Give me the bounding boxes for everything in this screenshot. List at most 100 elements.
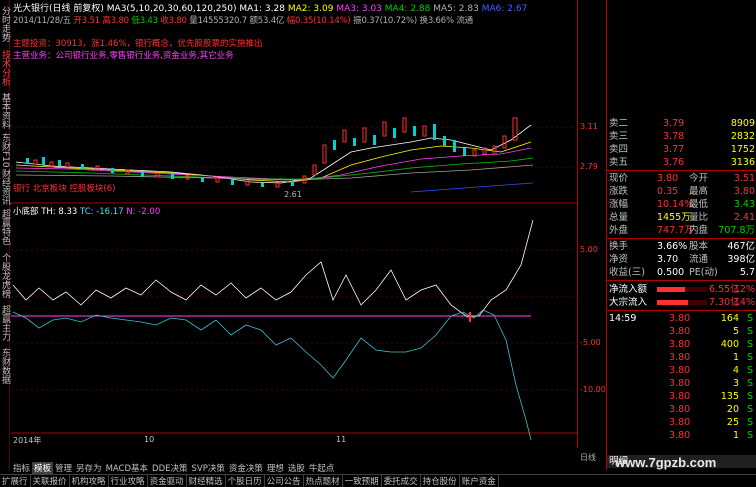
indicator-line-white	[12, 219, 534, 317]
status-calendar[interactable]: 个股日历	[226, 475, 265, 487]
tick-side: S	[746, 339, 753, 350]
divider	[607, 238, 756, 239]
change-percent: 10.14%	[657, 199, 694, 210]
status-bar: 扩展行 关联报价 机构攻略 行业攻略 资金驱动 财经精选 个股日历 公司公告 热点题材 一致预期委…	[0, 474, 756, 487]
ask-volume: 2832	[730, 131, 755, 142]
status-inst-strategy[interactable]: 机构攻略	[70, 475, 109, 487]
tab-bull-start[interactable]: 牛起点	[307, 462, 337, 474]
status-expand-row[interactable]: 扩展行	[0, 475, 31, 487]
tick-side: S	[746, 430, 753, 441]
xaxis-label-nov: 11	[336, 435, 347, 444]
status-orders[interactable]: 委托成交	[382, 475, 421, 487]
divider	[607, 170, 756, 171]
indicator-title[interactable]: 小底部	[13, 207, 39, 217]
tab-template[interactable]: 模板	[32, 462, 54, 474]
ask-row[interactable]: 卖四 3.77 1752	[607, 143, 756, 156]
tab-macd[interactable]: MACD基本	[104, 462, 150, 474]
tick-time: 14:59	[609, 313, 637, 324]
tab-main-force[interactable]: 超赢主力	[0, 302, 10, 344]
quote-row: 现价 3.80 今开 3.51	[607, 172, 756, 185]
inner-volume: 707.8万	[718, 225, 755, 236]
status-consensus[interactable]: 一致预期	[343, 475, 382, 487]
tab-fundamentals[interactable]: 基本资料	[0, 90, 10, 132]
ask-row[interactable]: 卖二 3.79 8909	[607, 117, 756, 130]
tab-technical[interactable]: 技术分析	[0, 46, 10, 90]
tab-stock-picker[interactable]: 选股	[286, 462, 307, 474]
quote-label: 换手	[609, 241, 629, 252]
tab-capital[interactable]: 资金决策	[227, 462, 265, 474]
tick-price: 3.80	[669, 391, 691, 402]
tab-indicator[interactable]: 指标	[11, 462, 32, 474]
status-holdings[interactable]: 持仓股份	[421, 475, 460, 487]
period-label[interactable]: 日线	[580, 452, 596, 463]
ind-tick-5: 5.00	[580, 245, 598, 254]
ask-row[interactable]: 卖五 3.76 3136	[607, 156, 756, 169]
xaxis-label-year: 2014年	[13, 436, 42, 445]
quote-label: 最高	[689, 186, 709, 197]
tick-price: 3.80	[669, 378, 691, 389]
ask-volume: 1752	[730, 144, 755, 155]
turnover-rate: 3.66%	[657, 241, 688, 252]
tick-volume: 3	[732, 378, 739, 389]
tick-row: 14:59 3.80 164 S	[607, 312, 756, 325]
indicator-th: TH: 8.33	[41, 207, 78, 217]
flow-percent: 12%	[733, 284, 755, 295]
tick-side: S	[746, 326, 753, 337]
change-value: 0.35	[657, 186, 679, 197]
total-volume: 1455万	[657, 212, 691, 223]
tab-dragon-tiger[interactable]: 个股龙虎榜	[0, 248, 10, 302]
status-related-quote[interactable]: 关联报价	[31, 475, 70, 487]
tick-price: 3.80	[669, 365, 691, 376]
total-shares: 467亿	[727, 241, 755, 252]
tick-side: S	[746, 404, 753, 415]
tab-manage[interactable]: 管理	[53, 462, 74, 474]
quote-label: 量比	[689, 212, 709, 223]
quote-label: 涨幅	[609, 199, 629, 210]
tab-ideal[interactable]: 理想	[265, 462, 286, 474]
tab-f10[interactable]: 东财F10	[0, 132, 10, 168]
status-hot-topics[interactable]: 热点题材	[304, 475, 343, 487]
low-price: 3.43	[733, 199, 755, 210]
tick-price: 3.80	[669, 430, 691, 441]
tick-price: 3.80	[669, 352, 691, 363]
flow-row[interactable]: 净流入额 6.55亿 12%	[607, 283, 756, 296]
quote-label: 股本	[689, 241, 709, 252]
status-capital-drive[interactable]: 资金驱动	[148, 475, 187, 487]
float-shares: 398亿	[727, 254, 755, 265]
flow-bar	[657, 300, 688, 305]
tick-side: S	[746, 352, 753, 363]
tick-volume: 1	[732, 352, 739, 363]
tab-data[interactable]: 东财数据	[0, 344, 10, 388]
quote-row: 涨幅 10.14% 最低 3.43	[607, 198, 756, 211]
ask-row[interactable]: 卖三 3.78 2832	[607, 130, 756, 143]
chart-area[interactable]: 光大银行(日线 前复权) MA3(5,10,20,30,60,120,250) …	[11, 0, 578, 448]
tick-price: 3.80	[669, 404, 691, 415]
tab-news[interactable]: 财经资讯	[0, 168, 10, 206]
tick-side: S	[746, 313, 753, 324]
left-tab-bar: 分时走势 技术分析 基本资料 东财F10 财经资讯 超赢特色 个股龙虎榜 超赢主…	[0, 0, 10, 470]
tab-dde[interactable]: DDE决策	[150, 462, 189, 474]
quote-row: 外盘 747.7万 内盘 707.8万	[607, 224, 756, 237]
ask-price: 3.77	[663, 144, 685, 155]
flow-row[interactable]: 大宗流入 7.30亿 14%	[607, 296, 756, 309]
flow-label: 净流入额	[609, 284, 648, 295]
tab-save-as[interactable]: 另存为	[74, 462, 104, 474]
kline-chart	[11, 117, 578, 441]
status-announcements[interactable]: 公司公告	[265, 475, 304, 487]
tab-svp[interactable]: SVP决策	[190, 462, 227, 474]
tab-intraday[interactable]: 分时走势	[0, 2, 10, 46]
tab-features[interactable]: 超赢特色	[0, 206, 10, 248]
tick-row: 3.80 1 S	[607, 429, 756, 442]
quote-row: 净资 3.70 流通 398亿	[607, 253, 756, 266]
quote-label: 今开	[689, 173, 709, 184]
quote-label: 现价	[609, 173, 629, 184]
status-account[interactable]: 账户资金	[460, 475, 499, 487]
low-marker: 2.61	[284, 190, 302, 199]
status-industry-strategy[interactable]: 行业攻略	[109, 475, 148, 487]
quote-label: 外盘	[609, 225, 629, 236]
ask-price: 3.78	[663, 131, 685, 142]
status-finance-picks[interactable]: 财经精选	[187, 475, 226, 487]
ask-label: 卖四	[609, 144, 629, 155]
ask-label: 卖五	[609, 157, 629, 168]
flow-percent: 14%	[733, 297, 755, 308]
